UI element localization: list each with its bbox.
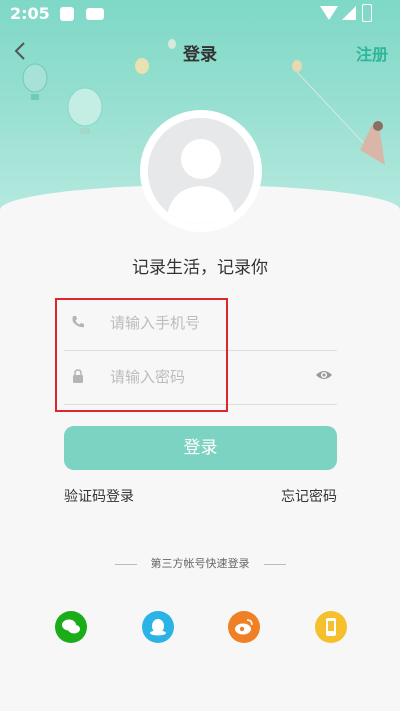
battery-icon [362, 4, 372, 22]
app-notification-icon [60, 7, 74, 21]
wifi-icon [320, 6, 338, 20]
register-link[interactable]: 注册 [356, 41, 388, 65]
status-bar: 2:05 [0, 0, 400, 28]
wechat-icon [62, 619, 80, 634]
avatar[interactable] [148, 118, 254, 224]
phone-login-button[interactable] [315, 611, 347, 643]
forgot-password-link[interactable]: 忘记密码 [281, 486, 337, 506]
third-party-title: 第三方帐号快速登录 [0, 555, 400, 571]
third-party-label: 第三方帐号快速登录 [150, 557, 250, 570]
qq-login-button[interactable] [142, 611, 174, 643]
default-avatar-icon [148, 118, 254, 224]
page-title: 登录 [183, 45, 217, 65]
wechat-login-button[interactable] [55, 611, 87, 643]
sms-login-link[interactable]: 验证码登录 [64, 486, 134, 506]
status-time: 2:05 [10, 4, 50, 23]
app-notification-icon-2 [86, 8, 104, 20]
divider-line [114, 563, 137, 565]
highlight-box [55, 298, 228, 412]
weibo-icon [235, 619, 253, 635]
weibo-login-button[interactable] [228, 611, 260, 643]
slogan-text: 记录生活，记录你 [132, 258, 268, 278]
login-button[interactable]: 登录 [64, 426, 337, 470]
avatar-frame [142, 112, 260, 230]
eye-icon[interactable] [315, 368, 333, 382]
qq-icon [150, 619, 166, 636]
signal-icon [342, 6, 356, 20]
mobile-phone-icon [326, 618, 336, 636]
divider-line [263, 563, 286, 565]
